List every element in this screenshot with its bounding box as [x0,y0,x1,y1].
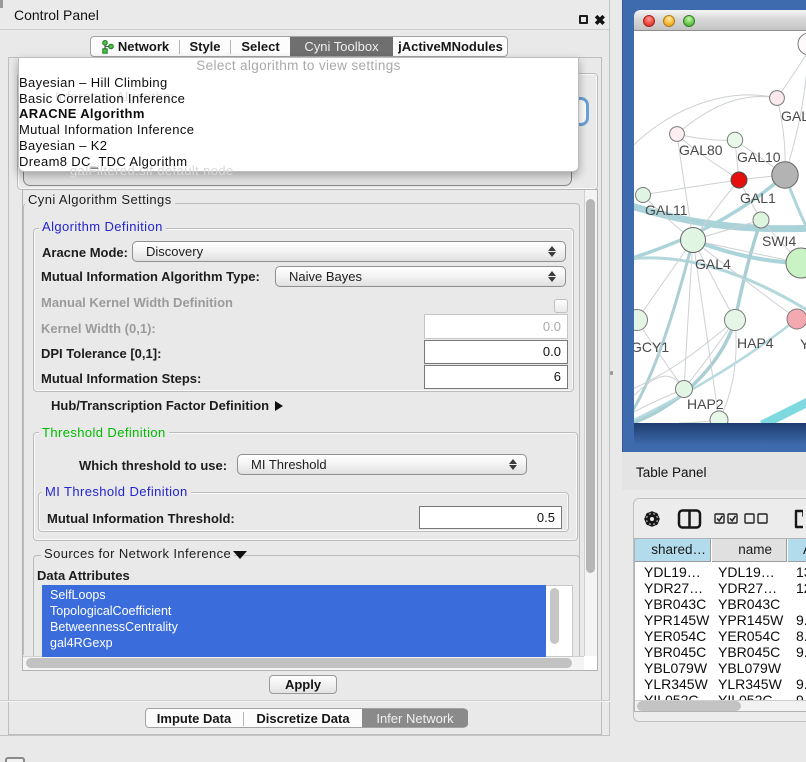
svg-text:HAP4: HAP4 [737,335,774,351]
svg-text:GAL4: GAL4 [695,256,731,272]
svg-text:Y: Y [800,336,806,352]
svg-text:GAL7: GAL7 [781,108,806,124]
svg-text:GAL80: GAL80 [679,142,723,158]
svg-text:HAP2: HAP2 [687,396,724,412]
svg-text:GCY1: GCY1 [634,339,669,355]
svg-text:GAL10: GAL10 [737,149,781,165]
svg-text:GAL1: GAL1 [740,190,776,206]
svg-text:GAL11: GAL11 [645,202,688,218]
svg-text:SWI4: SWI4 [762,233,796,249]
